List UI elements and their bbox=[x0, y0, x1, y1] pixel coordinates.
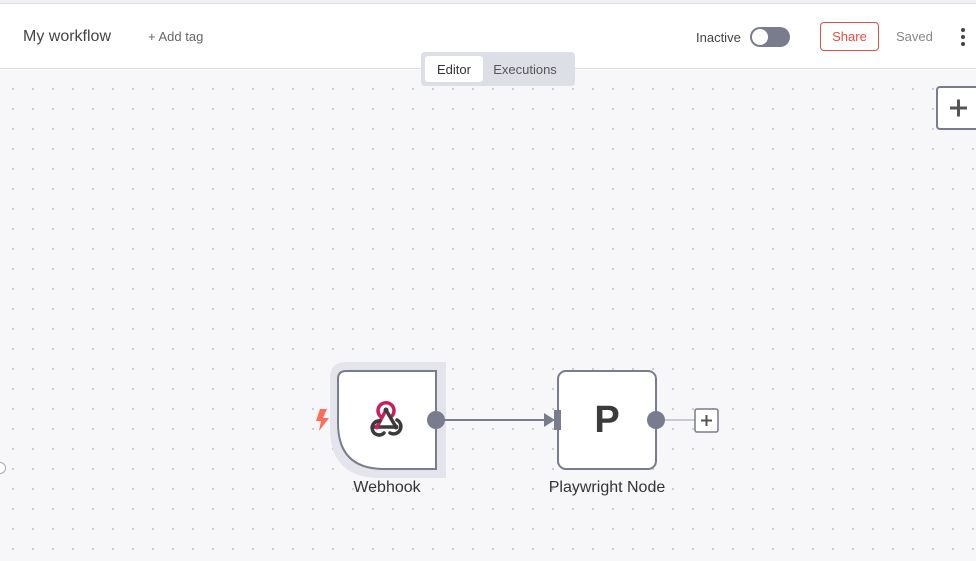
playwright-icon: P bbox=[594, 399, 620, 441]
lightning-bolt-icon bbox=[316, 409, 329, 431]
workflow-graph bbox=[316, 362, 719, 478]
node-label-playwright: Playwright Node bbox=[548, 479, 666, 496]
webhook-output-handle[interactable] bbox=[427, 411, 445, 429]
playwright-output-handle[interactable] bbox=[647, 411, 665, 429]
playwright-input-handle[interactable] bbox=[554, 410, 561, 430]
node-label-webhook: Webhook bbox=[353, 479, 421, 496]
add-next-node-button[interactable] bbox=[694, 408, 719, 433]
connection-webhook-to-playwright[interactable] bbox=[436, 413, 555, 427]
